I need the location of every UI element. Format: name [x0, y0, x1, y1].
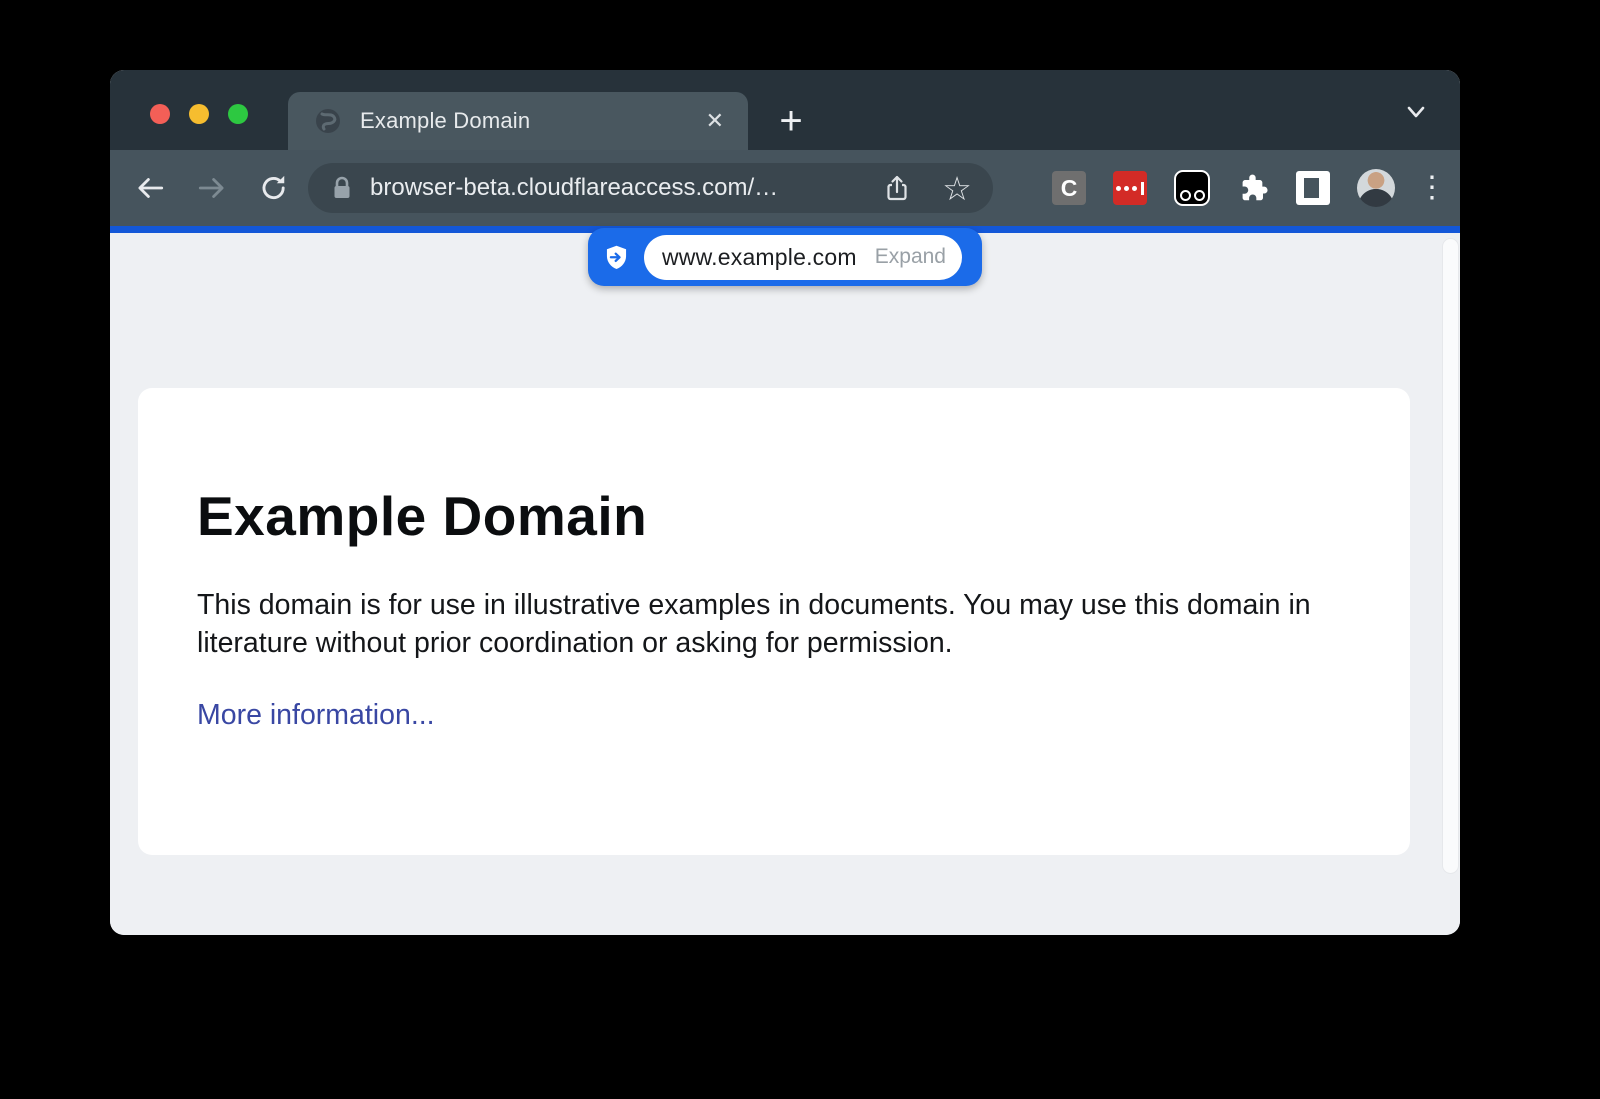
- expand-button[interactable]: Expand: [875, 245, 946, 269]
- page-title: Example Domain: [197, 484, 1350, 548]
- toolbar: browser-beta.cloudflareaccess.com/… ☆ C: [110, 150, 1460, 226]
- profile-avatar[interactable]: [1357, 169, 1395, 207]
- lastpass-dot: [1116, 186, 1121, 191]
- scrollbar-thumb[interactable]: [1443, 239, 1458, 873]
- page-content-card: Example Domain This domain is for use in…: [138, 388, 1410, 855]
- back-button[interactable]: [128, 166, 172, 210]
- lastpass-bar: [1141, 182, 1144, 195]
- page-viewport: www.example.com Expand Example Domain Th…: [110, 233, 1460, 935]
- browser-window: Example Domain ✕ +: [110, 70, 1460, 935]
- bookmark-star-icon[interactable]: ☆: [941, 172, 973, 204]
- goggles-lens: [1194, 190, 1205, 201]
- tab-close-icon[interactable]: ✕: [706, 110, 724, 132]
- lastpass-dot: [1124, 186, 1129, 191]
- extensions-puzzle-icon[interactable]: [1237, 172, 1269, 204]
- extension-c-icon[interactable]: C: [1052, 171, 1086, 205]
- more-information-link[interactable]: More information...: [197, 699, 435, 732]
- sidebar-extension-inner: [1304, 178, 1319, 198]
- lastpass-dot: [1132, 186, 1137, 191]
- tab-example-domain[interactable]: Example Domain ✕: [288, 92, 748, 150]
- share-icon[interactable]: [881, 172, 913, 204]
- isolation-domain-field[interactable]: www.example.com Expand: [644, 235, 962, 280]
- address-bar[interactable]: browser-beta.cloudflareaccess.com/… ☆: [308, 163, 993, 213]
- fullscreen-window-button[interactable]: [228, 104, 248, 124]
- page-paragraph: This domain is for use in illustrative e…: [197, 586, 1347, 663]
- window-controls: [150, 104, 248, 124]
- goggles-extension-icon[interactable]: [1174, 170, 1210, 206]
- forward-button[interactable]: [190, 166, 234, 210]
- desktop-background: Example Domain ✕ +: [0, 0, 1600, 1099]
- extensions-row: C: [1052, 169, 1442, 207]
- shield-arrow-icon: [588, 244, 644, 271]
- minimize-window-button[interactable]: [189, 104, 209, 124]
- tab-search-chevron-icon[interactable]: [1402, 98, 1430, 126]
- close-window-button[interactable]: [150, 104, 170, 124]
- goggles-lens: [1180, 190, 1191, 201]
- isolated-domain-text: www.example.com: [662, 244, 857, 271]
- sidebar-extension-icon[interactable]: [1296, 171, 1330, 205]
- new-tab-button[interactable]: +: [768, 98, 814, 144]
- reload-button[interactable]: [252, 166, 296, 210]
- url-text: browser-beta.cloudflareaccess.com/…: [370, 174, 778, 202]
- lastpass-extension-icon[interactable]: [1113, 171, 1147, 205]
- isolation-domain-pill[interactable]: www.example.com Expand: [588, 228, 982, 286]
- globe-favicon-icon: [314, 107, 342, 135]
- tab-title: Example Domain: [360, 108, 530, 134]
- lock-icon[interactable]: [330, 175, 354, 201]
- tab-strip: Example Domain ✕ +: [110, 70, 1460, 150]
- browser-menu-icon[interactable]: ⋮: [1422, 170, 1442, 206]
